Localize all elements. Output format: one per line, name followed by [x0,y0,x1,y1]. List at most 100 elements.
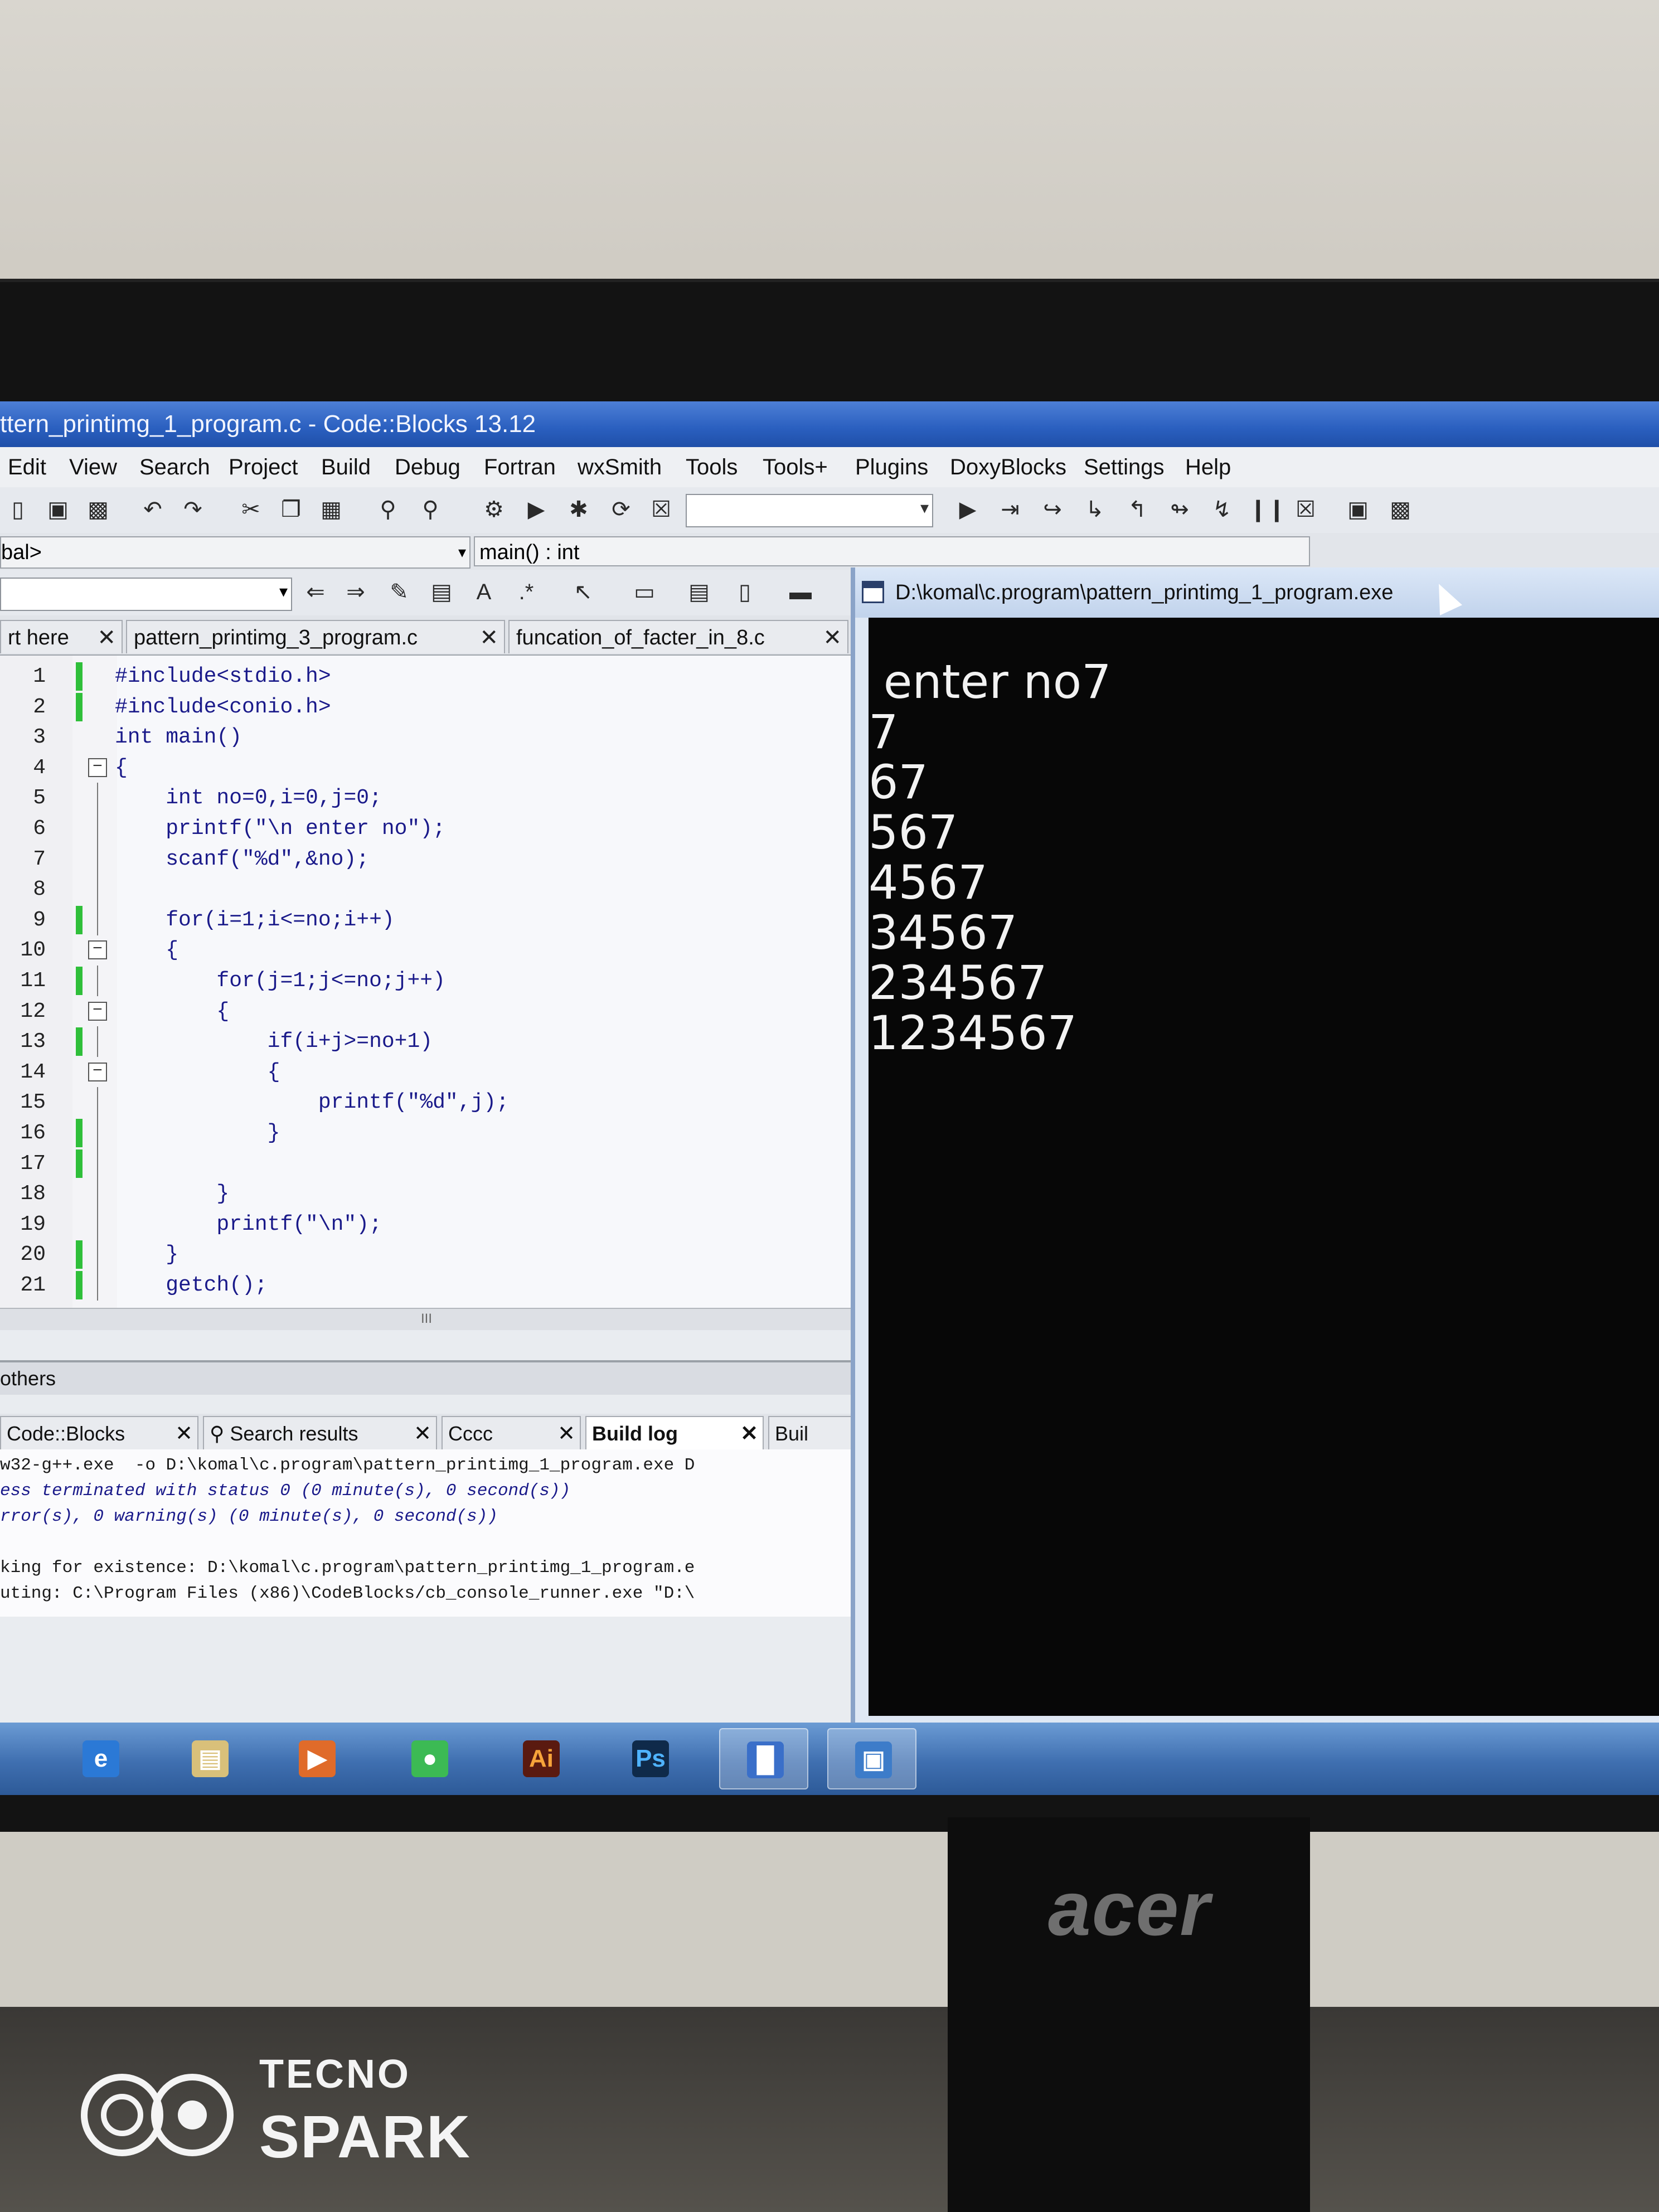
replace-icon[interactable]: ⚲ [416,495,445,524]
abort-icon[interactable]: ☒ [647,495,676,524]
code-line[interactable]: 14 − { [0,1057,853,1088]
tab-cccc[interactable]: Cccc ✕ [442,1416,581,1449]
code-line[interactable]: 4 −{ [0,753,853,783]
menu-doxyblocks[interactable]: DoxyBlocks [950,447,1066,487]
panel-icon[interactable]: ▬ [786,578,815,607]
fold-toggle-icon[interactable]: − [88,758,107,777]
tab-codeblocks-log[interactable]: Code::Blocks ✕ [0,1416,198,1449]
code-line[interactable]: 5 int no=0,i=0,j=0; [0,783,853,814]
find-icon[interactable]: ⚲ [373,495,402,524]
undo-icon[interactable]: ↶ [138,495,167,524]
close-icon[interactable]: ✕ [557,1417,575,1449]
build-target-select[interactable]: ▾ [686,494,933,527]
tab-pattern-printimg-3[interactable]: pattern_printimg_3_program.c ✕ [126,620,505,653]
code-line[interactable]: 21 getch(); [0,1270,853,1301]
code-line[interactable]: 13 if(i+j>=no+1) [0,1026,853,1058]
close-icon[interactable]: ✕ [740,1417,758,1449]
debug-icon[interactable]: ▶ [953,495,982,524]
menu-fortran[interactable]: Fortran [484,447,556,487]
step-into-icon[interactable]: ↳ [1080,495,1109,524]
forward-icon[interactable]: ⇒ [341,578,370,607]
next-instruction-icon[interactable]: ↬ [1165,495,1194,524]
menu-help[interactable]: Help [1185,447,1231,487]
close-icon[interactable]: ✕ [479,621,498,653]
code-line[interactable]: 8 [0,874,853,905]
close-icon[interactable]: ✕ [414,1417,431,1449]
taskbar-button[interactable]: Ai [496,1728,585,1789]
build-run-icon[interactable]: ✱ [564,495,593,524]
menu-tools[interactable]: Tools [686,447,738,487]
code-line[interactable]: 7 scanf("%d",&no); [0,843,853,875]
run-icon[interactable]: ▶ [522,495,551,524]
selected-text-icon[interactable]: ▤ [427,578,456,607]
code-line[interactable]: 15 printf("%d",j); [0,1087,853,1118]
select-icon[interactable]: ↖ [569,578,598,607]
fold-toggle-icon[interactable]: − [88,1062,107,1081]
tab-funcation-of-facter[interactable]: funcation_of_facter_in_8.c ✕ [508,620,848,653]
save-all-icon[interactable]: ▩ [84,495,113,524]
console-output[interactable]: enter no7 7 67 567 4567 34567 234567 1234567 [869,618,1659,1716]
match-case-icon[interactable]: A [469,578,498,607]
menu-plugins[interactable]: Plugins [855,447,928,487]
menu-edit[interactable]: Edit [8,447,46,487]
highlight-icon[interactable]: ✎ [385,578,414,607]
run-to-cursor-icon[interactable]: ⇥ [996,495,1025,524]
taskbar-button[interactable]: ▶ [272,1728,361,1789]
function-select[interactable]: main() : int [474,536,1310,566]
menu-project[interactable]: Project [229,447,298,487]
console-window[interactable]: D:\komal\c.program\pattern_printimg_1_pr… [851,567,1659,1738]
rebuild-icon[interactable]: ⟳ [607,495,636,524]
menu-settings[interactable]: Settings [1084,447,1165,487]
code-line[interactable]: 2 #include<conio.h> [0,692,853,722]
code-line[interactable]: 10 − { [0,935,853,966]
taskbar-button[interactable]: ▤ [165,1728,254,1789]
rectangle-icon[interactable]: ▭ [630,578,659,607]
stop-debug-icon[interactable]: ☒ [1291,495,1320,524]
document-icon[interactable]: ▯ [730,578,759,607]
save-icon[interactable]: ▣ [43,495,72,524]
menu-view[interactable]: View [69,447,117,487]
tab-build-messages[interactable]: Buil [768,1416,853,1449]
build-icon[interactable]: ⚙ [479,495,508,524]
next-line-icon[interactable]: ↪ [1038,495,1067,524]
pause-icon[interactable]: ❙❙ [1249,495,1286,524]
back-icon[interactable]: ⇐ [301,578,330,607]
close-icon[interactable]: ✕ [97,621,116,653]
info-icon[interactable]: ▩ [1386,495,1415,524]
regex-icon[interactable]: .* [512,578,541,607]
taskbar-button[interactable]: █ [719,1728,808,1789]
code-line[interactable]: 17 [0,1148,853,1179]
step-instruction-icon[interactable]: ↯ [1207,495,1236,524]
code-line[interactable]: 6 printf("\n enter no"); [0,813,853,844]
taskbar-button[interactable]: ▣ [827,1728,916,1789]
fold-toggle-icon[interactable]: − [88,1001,107,1021]
taskbar-button[interactable]: Ps [605,1728,695,1789]
menu-wxsmith[interactable]: wxSmith [578,447,662,487]
menu-debug[interactable]: Debug [395,447,460,487]
code-line[interactable]: 19 printf("\n"); [0,1209,853,1240]
menu-tools-plus[interactable]: Tools+ [763,447,828,487]
search-input[interactable]: ▾ [0,578,292,611]
open-icon[interactable]: ▯ [3,495,32,524]
cut-icon[interactable]: ✂ [236,495,265,524]
ide-title-bar[interactable]: ttern_printimg_1_program.c - Code::Block… [0,401,1659,447]
paste-icon[interactable]: ▦ [317,495,346,524]
taskbar-button[interactable]: e [56,1728,145,1789]
horizontal-scrollbar[interactable]: III [0,1308,853,1330]
fold-toggle-icon[interactable]: − [88,940,107,960]
code-line[interactable]: 3 int main() [0,722,853,753]
close-icon[interactable]: ✕ [823,621,842,653]
scope-select[interactable]: bal> ▾ [0,536,470,569]
code-line[interactable]: 9 for(i=1;i<=no;i++) [0,904,853,935]
tab-search-results[interactable]: ⚲ Search results ✕ [203,1416,437,1449]
build-log-output[interactable]: w32-g++.exe -o D:\komal\c.program\patter… [0,1449,853,1617]
code-line[interactable]: 1 #include<stdio.h> [0,661,853,692]
menu-build[interactable]: Build [321,447,371,487]
step-out-icon[interactable]: ↰ [1123,495,1152,524]
image-icon[interactable]: ▤ [685,578,714,607]
debug-windows-icon[interactable]: ▣ [1343,495,1372,524]
taskbar-button[interactable]: ● [385,1728,474,1789]
menu-search[interactable]: Search [139,447,210,487]
console-title-bar[interactable]: D:\komal\c.program\pattern_printimg_1_pr… [855,567,1659,618]
close-icon[interactable]: ✕ [175,1417,193,1449]
